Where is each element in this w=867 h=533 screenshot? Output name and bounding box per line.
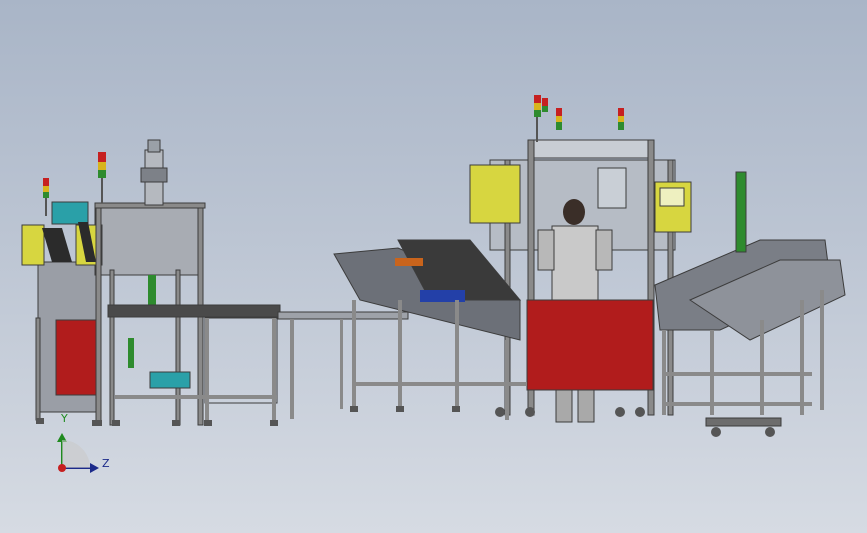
left-stack-light-2 — [98, 152, 106, 203]
left-hopper-housing — [94, 204, 204, 276]
axis-triad — [57, 433, 99, 473]
center-feet — [350, 406, 645, 417]
center-control-box-left — [469, 164, 521, 224]
right-green-cylinder — [735, 171, 747, 253]
axis-y-label: Y — [61, 412, 68, 425]
orange-part — [395, 258, 423, 266]
center-top-beam — [527, 139, 655, 159]
center-feed-chute-left — [333, 239, 522, 341]
left-chute — [42, 228, 72, 262]
center-stack-light-3 — [556, 108, 562, 130]
axis-plane-indicator — [62, 440, 90, 468]
left-control-box-1 — [21, 224, 45, 266]
center-stack-light-2 — [542, 98, 548, 112]
left-teal-panel — [51, 201, 89, 225]
center-stack-light-1 — [534, 95, 541, 142]
left-conveyor-belt — [107, 304, 281, 318]
right-cart-wheels — [711, 427, 775, 437]
left-feet — [36, 418, 278, 426]
cad-viewport[interactable]: Y Z — [0, 0, 867, 533]
left-cylinder-tower — [140, 139, 168, 206]
left-green-post-2 — [128, 338, 134, 368]
center-stack-light-4 — [618, 108, 624, 130]
left-green-post — [148, 275, 156, 305]
axis-z-label: Z — [102, 457, 110, 470]
left-motor — [149, 371, 191, 389]
left-red-cabinet — [55, 319, 97, 396]
center-red-housing — [526, 299, 654, 391]
left-side-table — [204, 317, 278, 404]
axis-x-origin — [58, 464, 66, 472]
assembly-model[interactable] — [0, 0, 867, 533]
left-station[interactable] — [21, 139, 281, 426]
center-hmi-screen — [659, 187, 685, 207]
center-valve-bank — [597, 167, 627, 209]
right-cart-base — [705, 417, 782, 427]
transfer-conveyor[interactable] — [277, 311, 409, 419]
left-stack-light-1 — [43, 178, 49, 216]
center-station[interactable] — [333, 95, 692, 423]
left-table-legs — [115, 318, 277, 423]
